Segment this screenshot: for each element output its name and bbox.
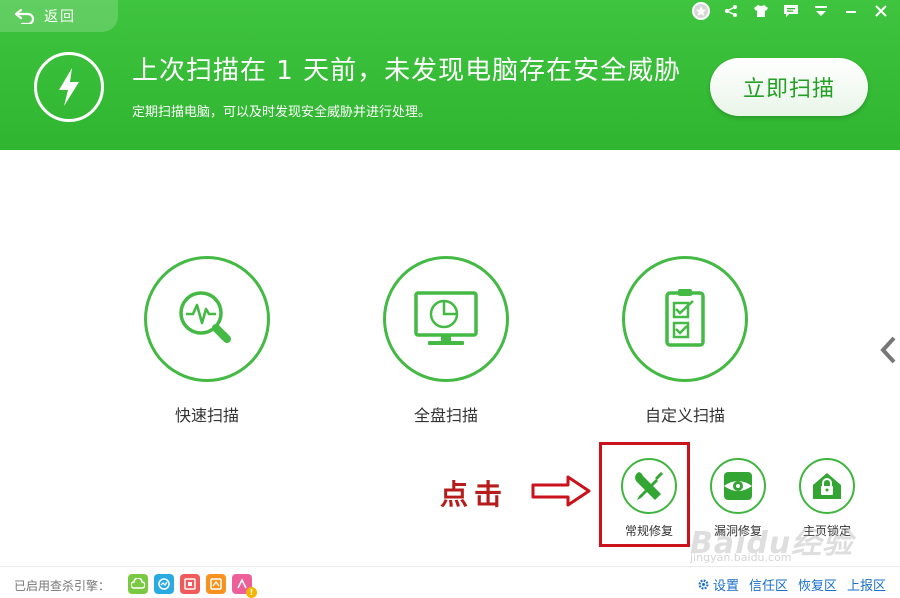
trust-zone-link[interactable]: 信任区 xyxy=(749,575,788,594)
back-button[interactable]: 返回 xyxy=(0,0,118,32)
report-zone-link[interactable]: 上报区 xyxy=(847,575,886,594)
baidu-watermark-url: jingyan.baidu.com xyxy=(690,551,792,564)
custom-scan-icon[interactable] xyxy=(622,256,748,382)
avira-engine-icon[interactable]: ! xyxy=(232,574,257,598)
window-controls xyxy=(692,2,890,20)
highlight-box xyxy=(599,442,690,547)
settings-link[interactable]: 设置 xyxy=(697,575,739,594)
custom-scan-item[interactable]: 自定义扫描 xyxy=(620,256,750,426)
restore-zone-link[interactable]: 恢复区 xyxy=(798,575,837,594)
lightning-icon xyxy=(59,68,79,106)
engine-label: 已启用查杀引擎： xyxy=(14,579,111,593)
quick-scan-label: 快速扫描 xyxy=(174,406,239,425)
scan-status-headline: 上次扫描在 1 天前，未发现电脑存在安全威胁 xyxy=(132,56,682,86)
full-scan-item[interactable]: 全盘扫描 xyxy=(381,256,511,426)
footer-links: 设置 信任区 恢复区 上报区 xyxy=(697,575,886,594)
homepage-lock-icon[interactable] xyxy=(799,458,855,514)
status-footer: 已启用查杀引擎： ! 设置 信任区 恢复区 上报区 xyxy=(0,566,900,598)
protection-status-icon xyxy=(34,52,104,122)
message-icon[interactable] xyxy=(782,2,800,20)
click-annotation: 点击 xyxy=(440,478,509,511)
red-arrow-icon xyxy=(531,475,591,507)
minimize-icon[interactable] xyxy=(842,2,860,20)
full-scan-icon[interactable] xyxy=(383,256,509,382)
warning-icon: ! xyxy=(246,587,257,598)
share-icon[interactable] xyxy=(722,2,740,20)
custom-scan-label: 自定义扫描 xyxy=(644,406,725,425)
cloud-engine-icon[interactable] xyxy=(128,574,148,594)
menu-icon[interactable] xyxy=(812,2,830,20)
qvm-engine-icon[interactable] xyxy=(154,574,174,594)
chevron-left-icon xyxy=(880,336,896,364)
quick-scan-icon[interactable] xyxy=(144,256,270,382)
close-icon[interactable] xyxy=(872,2,890,20)
skin-icon[interactable] xyxy=(752,2,770,20)
back-arrow-icon xyxy=(14,8,35,24)
quick-scan-item[interactable]: 快速扫描 xyxy=(142,256,272,426)
settings-label: 设置 xyxy=(712,579,739,594)
engine-list: ! xyxy=(128,574,257,598)
full-scan-label: 全盘扫描 xyxy=(413,406,478,425)
medal-icon[interactable] xyxy=(692,2,710,20)
scan-now-button[interactable]: 立即扫描 xyxy=(710,58,868,116)
qex-engine-icon[interactable] xyxy=(180,574,200,594)
header-banner: 返回 上次扫描在 1 天前，未发现电脑存在安全威胁 定期扫描电脑，可以及时发现安… xyxy=(0,0,900,150)
gear-icon xyxy=(698,579,709,590)
scan-status-subline: 定期扫描电脑，可以及时发现安全威胁并进行处理。 xyxy=(132,105,432,120)
back-label: 返回 xyxy=(44,9,76,25)
system-repair-engine-icon[interactable] xyxy=(206,574,226,594)
vulnerability-fix-icon[interactable] xyxy=(710,458,766,514)
expand-panel-button[interactable] xyxy=(876,330,900,370)
